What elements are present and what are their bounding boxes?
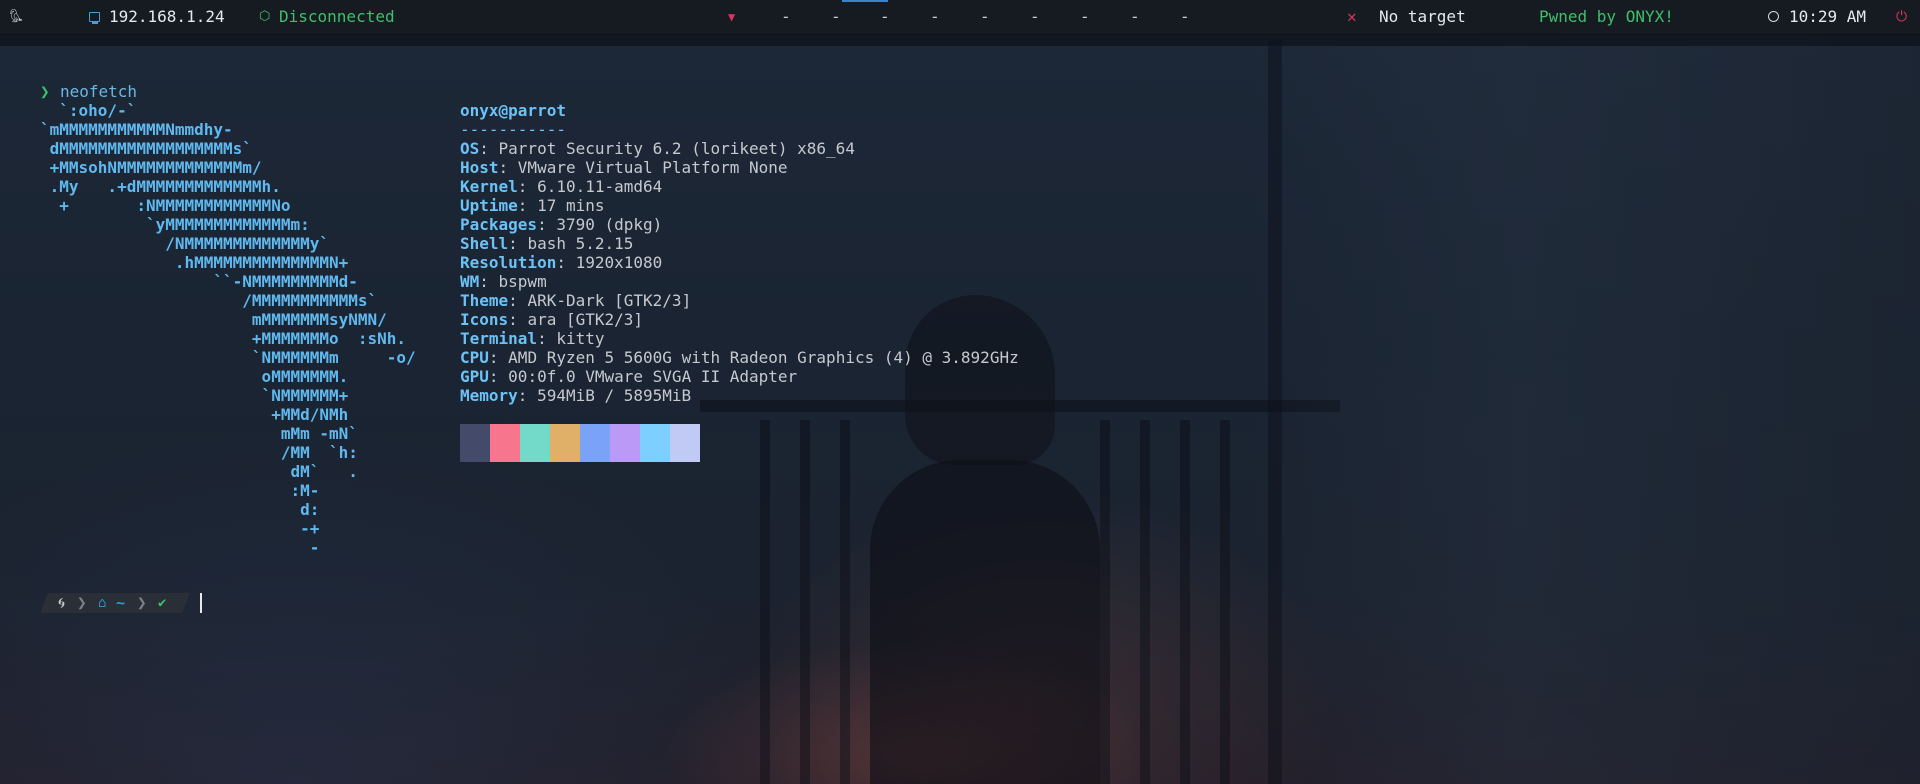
info-row: Terminal: kitty xyxy=(460,329,605,348)
info-value: 1920x1080 xyxy=(575,253,663,272)
info-value: AMD Ryzen 5 5600G with Radeon Graphics (… xyxy=(508,348,1019,367)
workspace-8[interactable]: - xyxy=(1130,0,1140,34)
workspace-3[interactable]: - xyxy=(880,0,890,34)
vpn-shield-icon: ⬡ xyxy=(259,9,271,24)
info-value: VMware Virtual Platform None xyxy=(517,158,788,177)
chevron-right-icon: ❯ xyxy=(77,593,87,612)
workspace-7[interactable]: - xyxy=(1080,0,1090,34)
info-row: Host: VMware Virtual Platform None xyxy=(460,158,788,177)
info-key: CPU xyxy=(460,348,489,367)
color-swatch xyxy=(550,424,580,462)
command-text: neofetch xyxy=(60,82,138,101)
workspace-4[interactable]: - xyxy=(930,0,940,34)
info-value: Parrot Security 6.2 (lorikeet) x86_64 xyxy=(498,139,855,158)
home-icon: ⌂ xyxy=(98,595,107,611)
top-status-bar: 🦜︎ 192.168.1.24 ⬡ Disconnected ▼ - - - -… xyxy=(0,0,1920,35)
color-swatch xyxy=(460,424,490,462)
info-value: 17 mins xyxy=(537,196,605,215)
info-key: Icons xyxy=(460,310,509,329)
info-row: Memory: 594MiB / 5895MiB xyxy=(460,386,692,405)
system-info-block: onyx@parrot ----------- OS: Parrot Secur… xyxy=(460,101,1019,405)
info-row: GPU: 00:0f.0 VMware SVGA II Adapter xyxy=(460,367,798,386)
current-directory: ~ xyxy=(116,594,126,612)
info-value: kitty xyxy=(556,329,605,348)
workspace-2[interactable]: - xyxy=(831,0,841,34)
info-key: OS xyxy=(460,139,480,158)
info-value: ara [GTK2/3] xyxy=(527,310,644,329)
info-key: GPU xyxy=(460,367,489,386)
clock-icon xyxy=(1768,11,1779,22)
info-row: Resolution: 1920x1080 xyxy=(460,253,663,272)
color-swatch xyxy=(640,424,670,462)
info-key: Packages xyxy=(460,215,538,234)
info-value: ARK-Dark [GTK2/3] xyxy=(527,291,692,310)
workspace-9[interactable]: - xyxy=(1180,0,1190,34)
text-cursor[interactable] xyxy=(200,593,202,613)
workspace-1[interactable]: - xyxy=(781,0,791,34)
info-value: 3790 (dpkg) xyxy=(556,215,663,234)
debian-swirl-icon: 🌀︎ xyxy=(58,594,66,612)
info-key: Resolution xyxy=(460,253,557,272)
info-row: Icons: ara [GTK2/3] xyxy=(460,310,644,329)
parrot-ascii-logo: `:oho/-` `mMMMMMMMMMMMNmmdhy- dMMMMMMMMM… xyxy=(40,101,416,557)
info-key: Uptime xyxy=(460,196,518,215)
workspace-6[interactable]: - xyxy=(1030,0,1040,34)
info-key: Memory xyxy=(460,386,518,405)
workspace-5[interactable]: - xyxy=(980,0,990,34)
info-value: 00:0f.0 VMware SVGA II Adapter xyxy=(508,367,798,386)
info-rows: OS: Parrot Security 6.2 (lorikeet) x86_6… xyxy=(460,139,1019,405)
color-swatch xyxy=(580,424,610,462)
terminal-window[interactable]: ❯ neofetch `:oho/-` `mMMMMMMMMMMMNmmdhy-… xyxy=(0,46,1920,784)
clock-time: 10:29 AM xyxy=(1789,7,1867,26)
info-value: bash 5.2.15 xyxy=(527,234,634,253)
top-bar-shadow xyxy=(0,35,1920,46)
info-separator: ----------- xyxy=(460,120,566,139)
color-swatch xyxy=(670,424,700,462)
ip-address: 192.168.1.24 xyxy=(109,7,225,26)
info-key: WM xyxy=(460,272,480,291)
info-row: Theme: ARK-Dark [GTK2/3] xyxy=(460,291,692,310)
color-palette xyxy=(460,424,700,462)
info-row: Shell: bash 5.2.15 xyxy=(460,234,634,253)
target-clear-icon[interactable]: ✕ xyxy=(1347,0,1357,34)
info-key: Host xyxy=(460,158,499,177)
info-key: Theme xyxy=(460,291,509,310)
check-icon: ✔ xyxy=(158,595,167,611)
info-value: 594MiB / 5895MiB xyxy=(537,386,692,405)
info-key: Shell xyxy=(460,234,509,253)
info-value: 6.10.11-amd64 xyxy=(537,177,663,196)
vpn-status: Disconnected xyxy=(279,7,395,26)
color-swatch xyxy=(520,424,550,462)
color-swatch xyxy=(490,424,520,462)
parrot-logo-icon[interactable]: 🦜︎ xyxy=(8,0,25,34)
info-key: Kernel xyxy=(460,177,518,196)
info-row: OS: Parrot Security 6.2 (lorikeet) x86_6… xyxy=(460,139,855,158)
network-monitor-icon xyxy=(89,12,100,24)
target-status: No target xyxy=(1379,7,1466,26)
pwned-label: Pwned by ONYX! xyxy=(1539,7,1674,26)
power-icon[interactable]: ⏻ xyxy=(1896,0,1907,34)
info-key: Terminal xyxy=(460,329,538,348)
info-value: bspwm xyxy=(498,272,547,291)
info-row: Uptime: 17 mins xyxy=(460,196,605,215)
info-row: WM: bspwm xyxy=(460,272,547,291)
info-row: Kernel: 6.10.11-amd64 xyxy=(460,177,663,196)
workspace-indicator-icon: ▼ xyxy=(728,10,736,24)
prompt-symbol: ❯ xyxy=(40,82,50,101)
info-row: Packages: 3790 (dpkg) xyxy=(460,215,663,234)
user-host: onyx@parrot xyxy=(460,101,566,120)
info-row: CPU: AMD Ryzen 5 5600G with Radeon Graph… xyxy=(460,348,1019,367)
chevron-right-icon: ❯ xyxy=(137,593,147,612)
color-swatch xyxy=(610,424,640,462)
